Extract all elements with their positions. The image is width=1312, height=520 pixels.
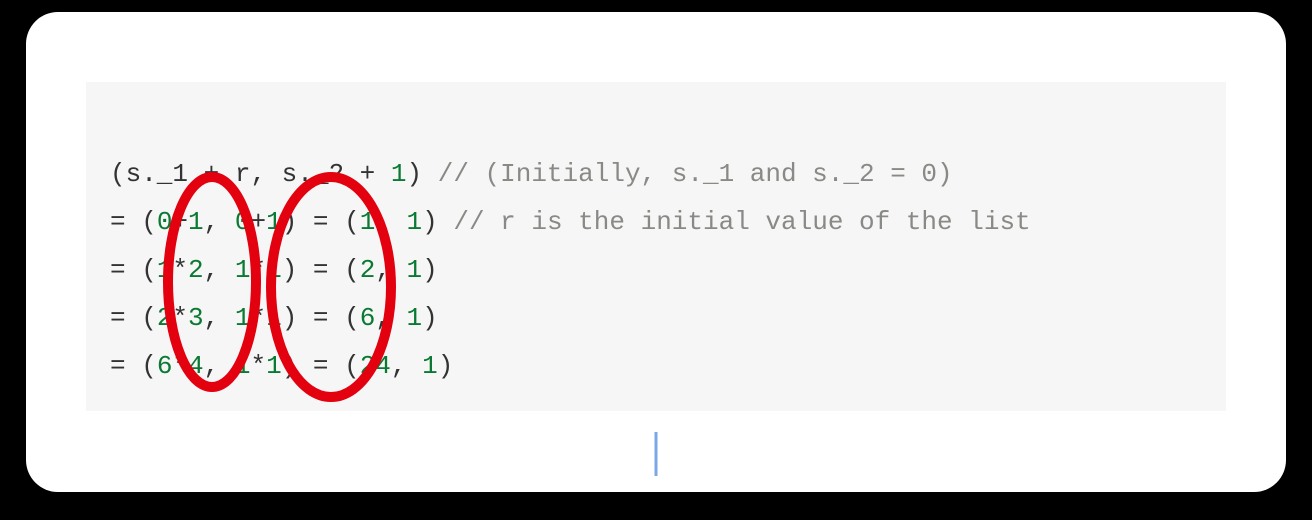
operator-times: * (250, 255, 266, 285)
number: 1 (391, 159, 407, 189)
comment: // (Initially, s._1 and s._2 = 0) (438, 159, 953, 189)
number: 6 (157, 351, 173, 381)
text: , (204, 351, 235, 381)
comment: // r is the initial value of the list (453, 207, 1030, 237)
number: 24 (360, 351, 391, 381)
text: ) = ( (282, 255, 360, 285)
operator-times: * (172, 303, 188, 333)
number: 1 (235, 351, 251, 381)
text: ) (422, 207, 453, 237)
code-line-3: = (1*2, 1*1) = (2, 1) (110, 255, 438, 285)
number: 1 (266, 207, 282, 237)
text: ) = ( (282, 303, 360, 333)
text: = ( (110, 351, 157, 381)
number: 1 (422, 351, 438, 381)
text: , (204, 255, 235, 285)
operator-times: * (250, 303, 266, 333)
number: 1 (266, 351, 282, 381)
operator-plus: + (172, 207, 188, 237)
text: ) = ( (282, 207, 360, 237)
number: 0 (235, 207, 251, 237)
number: 0 (157, 207, 173, 237)
text: , (375, 207, 406, 237)
code-line-2: = (0+1, 0+1) = (1, 1) // r is the initia… (110, 207, 1031, 237)
operator-times: * (250, 351, 266, 381)
text (375, 159, 391, 189)
number: 2 (188, 255, 204, 285)
text: ) (422, 255, 438, 285)
text: r, s._2 (219, 159, 359, 189)
number: 1 (188, 207, 204, 237)
number: 6 (360, 303, 376, 333)
text: = ( (110, 255, 157, 285)
number: 1 (407, 303, 423, 333)
text: ) (407, 159, 438, 189)
number: 1 (407, 255, 423, 285)
text: , (375, 255, 406, 285)
text: , (204, 207, 235, 237)
code-line-1: (s._1 + r, s._2 + 1) // (Initially, s._1… (110, 159, 953, 189)
number: 2 (157, 303, 173, 333)
number: 4 (188, 351, 204, 381)
code-line-5: = (6*4, 1*1) = (24, 1) (110, 351, 453, 381)
card: (s._1 + r, s._2 + 1) // (Initially, s._1… (26, 12, 1286, 492)
operator-plus: + (250, 207, 266, 237)
number: 1 (407, 207, 423, 237)
text: ) (438, 351, 454, 381)
text: ) = ( (282, 351, 360, 381)
number: 1 (266, 303, 282, 333)
operator-plus: + (360, 159, 376, 189)
text: = ( (110, 303, 157, 333)
number: 1 (235, 303, 251, 333)
number: 2 (360, 255, 376, 285)
text: = ( (110, 207, 157, 237)
text: , (204, 303, 235, 333)
number: 1 (157, 255, 173, 285)
text: , (391, 351, 422, 381)
code-line-4: = (2*3, 1*1) = (6, 1) (110, 303, 438, 333)
text-caret (655, 432, 658, 476)
text: (s._1 (110, 159, 204, 189)
number: 1 (235, 255, 251, 285)
operator-plus: + (204, 159, 220, 189)
text: , (375, 303, 406, 333)
code-block: (s._1 + r, s._2 + 1) // (Initially, s._1… (86, 82, 1226, 411)
number: 1 (266, 255, 282, 285)
number: 3 (188, 303, 204, 333)
operator-times: * (172, 255, 188, 285)
number: 1 (360, 207, 376, 237)
text: ) (422, 303, 438, 333)
operator-times: * (172, 351, 188, 381)
